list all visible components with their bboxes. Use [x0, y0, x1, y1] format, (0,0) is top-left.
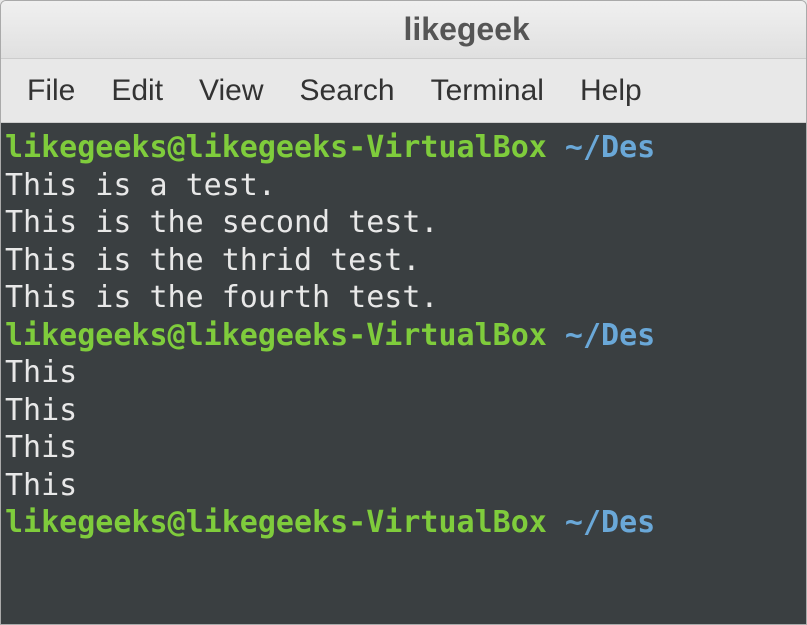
prompt-user-host: likegeeks@likegeeks-VirtualBox — [5, 318, 547, 353]
terminal-output: This — [5, 393, 77, 428]
menu-file[interactable]: File — [9, 66, 93, 116]
terminal-line: This — [5, 392, 806, 430]
menu-view[interactable]: View — [181, 66, 281, 116]
menubar: File Edit View Search Terminal Help — [1, 59, 806, 123]
terminal-line: likegeeks@likegeeks-VirtualBox ~/Des — [5, 317, 806, 355]
prompt-user-host: likegeeks@likegeeks-VirtualBox — [5, 505, 547, 540]
terminal-output: This is the fourth test. — [5, 280, 438, 315]
terminal-output: This is the second test. — [5, 205, 438, 240]
terminal-line: This — [5, 354, 806, 392]
terminal-output: This — [5, 430, 77, 465]
terminal-line: This is the second test. — [5, 204, 806, 242]
terminal-window: likegeek File Edit View Search Terminal … — [0, 0, 807, 625]
terminal-output: This — [5, 355, 77, 390]
menu-edit[interactable]: Edit — [93, 66, 181, 116]
terminal-line: likegeeks@likegeeks-VirtualBox ~/Des — [5, 504, 806, 542]
terminal-line: This is a test. — [5, 167, 806, 205]
menu-help[interactable]: Help — [562, 66, 660, 116]
terminal-output: This is a test. — [5, 168, 276, 203]
terminal-output: This is the thrid test. — [5, 243, 420, 278]
terminal-line: likegeeks@likegeeks-VirtualBox ~/Des — [5, 129, 806, 167]
terminal-area[interactable]: likegeeks@likegeeks-VirtualBox ~/DesThis… — [1, 123, 806, 624]
terminal-line: This is the thrid test. — [5, 242, 806, 280]
menu-terminal[interactable]: Terminal — [413, 66, 562, 116]
window-title: likegeek — [404, 11, 530, 48]
terminal-line: This is the fourth test. — [5, 279, 806, 317]
prompt-user-host: likegeeks@likegeeks-VirtualBox — [5, 130, 547, 165]
titlebar[interactable]: likegeek — [1, 1, 806, 59]
prompt-path: ~/Des — [547, 318, 655, 353]
prompt-path: ~/Des — [547, 130, 655, 165]
menu-search[interactable]: Search — [282, 66, 413, 116]
terminal-line: This — [5, 429, 806, 467]
prompt-path: ~/Des — [547, 505, 655, 540]
terminal-line: This — [5, 467, 806, 505]
terminal-output: This — [5, 468, 77, 503]
